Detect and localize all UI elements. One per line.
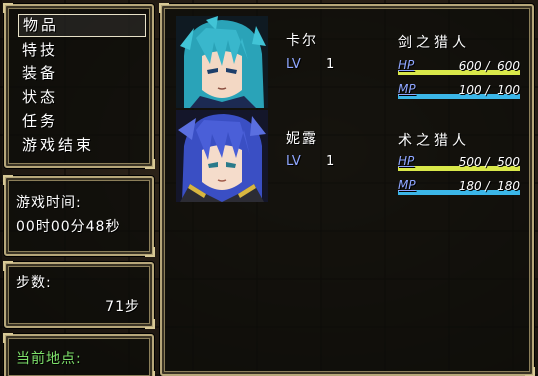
menu-item-skills[interactable]: 特技 xyxy=(18,39,146,62)
hp-value: 500 / 500 xyxy=(458,155,520,169)
party-status-window: 卡尔 LV 1 剑之猎人 HP 600 / 600 MP 100 / 100 妮… xyxy=(159,3,535,376)
menu-item-items[interactable]: 物品 xyxy=(18,14,146,37)
level-value: 1 xyxy=(326,154,335,169)
level-label: LV xyxy=(286,154,301,169)
hp-label: HP xyxy=(398,58,415,72)
location-label: 当前地点: xyxy=(16,351,82,367)
hp-label: HP xyxy=(398,154,415,168)
hp-gauge: HP 600 / 600 xyxy=(398,58,520,76)
mp-label: MP xyxy=(398,178,416,192)
hp-value: 600 / 600 xyxy=(458,59,520,73)
character-name: 妮露 xyxy=(286,131,318,147)
menu-item-equip[interactable]: 装备 xyxy=(18,62,146,85)
steps-label: 步数: xyxy=(16,275,52,291)
mp-value: 100 / 100 xyxy=(458,83,520,97)
teal-haired-boy-portrait-icon xyxy=(176,16,268,108)
level-label: LV xyxy=(286,57,301,72)
character-class: 术之猎人 xyxy=(398,133,470,149)
mp-gauge: MP 180 / 180 xyxy=(398,178,520,196)
mp-gauge: MP 100 / 100 xyxy=(398,82,520,100)
portrait-nilu[interactable] xyxy=(176,110,268,202)
command-menu-window: 物品 特技 装备 状态 任务 游戏结束 xyxy=(3,3,155,169)
playtime-window: 游戏时间: 00时00分48秒 xyxy=(3,175,155,257)
menu-item-quests[interactable]: 任务 xyxy=(18,110,146,133)
mp-value: 180 / 180 xyxy=(458,179,520,193)
steps-value: 71步 xyxy=(105,299,140,315)
character-class: 剑之猎人 xyxy=(398,35,470,51)
steps-window: 步数: 71步 xyxy=(3,261,155,329)
hp-gauge: HP 500 / 500 xyxy=(398,154,520,172)
menu-item-game-end[interactable]: 游戏结束 xyxy=(18,134,146,157)
level-value: 1 xyxy=(326,57,335,72)
character-name: 卡尔 xyxy=(286,33,318,49)
playtime-value: 00时00分48秒 xyxy=(16,219,121,235)
location-window: 当前地点: xyxy=(3,333,155,376)
portrait-karl[interactable] xyxy=(176,16,268,108)
playtime-label: 游戏时间: xyxy=(16,195,82,211)
menu-item-status[interactable]: 状态 xyxy=(18,86,146,109)
blue-haired-girl-portrait-icon xyxy=(176,110,268,202)
mp-label: MP xyxy=(398,82,416,96)
